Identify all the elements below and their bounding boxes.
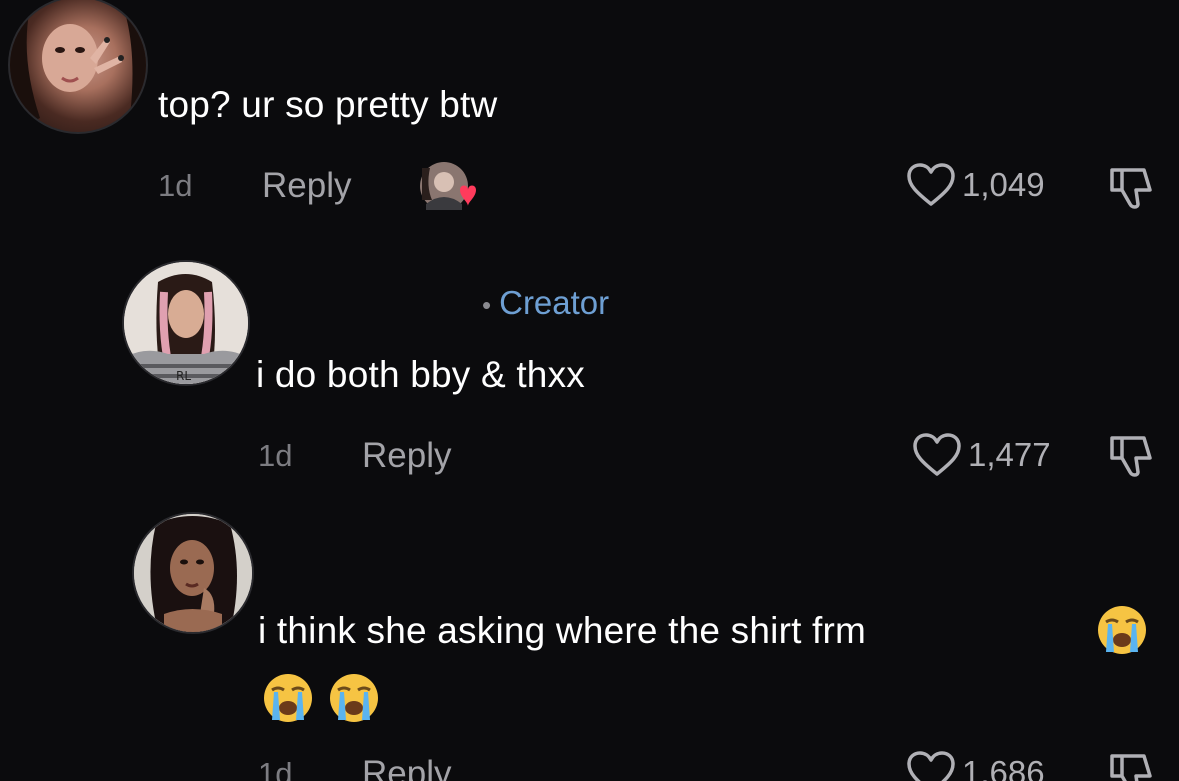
avatar[interactable] [8, 0, 148, 134]
dislike-button[interactable] [1108, 432, 1156, 485]
comment-time: 1d [258, 438, 293, 473]
heart-icon [913, 433, 961, 476]
avatar-image [10, 0, 146, 132]
comment-text: i think she asking where the shirt frm [258, 610, 866, 652]
like-count: 1,049 [962, 166, 1045, 203]
separator-dot: • [482, 289, 492, 320]
avatar[interactable]: RL [122, 260, 250, 386]
comment-time: 1d [258, 756, 293, 781]
like-button[interactable]: 1,477 [912, 432, 1051, 478]
avatar[interactable] [132, 512, 254, 634]
creator-badge: • Creator [482, 284, 609, 322]
thumbs-down-icon [1110, 436, 1152, 477]
like-button[interactable]: 1,049 [906, 162, 1045, 208]
avatar-image [134, 514, 252, 632]
dislike-button[interactable] [1108, 750, 1156, 781]
like-button[interactable]: 1,686 [906, 750, 1045, 781]
svg-text:RL: RL [176, 369, 191, 383]
comment-time: 1d [158, 168, 193, 203]
dislike-button[interactable] [1108, 164, 1156, 217]
like-count: 1,477 [968, 436, 1051, 473]
comment-text: top? ur so pretty btw [158, 84, 498, 125]
loudly-crying-face-emoji [264, 674, 312, 722]
reply-button[interactable]: Reply [262, 166, 351, 206]
creator-liked-badge[interactable] [418, 160, 480, 219]
avatar-image: RL [124, 262, 248, 384]
like-count: 1,686 [962, 754, 1045, 781]
heart-icon [907, 751, 955, 781]
thumbs-down-icon [1110, 168, 1152, 209]
creator-label: Creator [499, 284, 610, 321]
loudly-crying-face-emoji [1098, 606, 1146, 654]
thumbs-down-icon [1110, 754, 1152, 781]
reply-button[interactable]: Reply [362, 754, 451, 781]
comment-text: i do both bby & thxx [256, 354, 585, 395]
loudly-crying-face-emoji [330, 674, 378, 722]
creator-liked-icon [420, 162, 476, 210]
heart-icon [907, 163, 955, 206]
reply-button[interactable]: Reply [362, 436, 451, 476]
comment-text-body: i think she asking where the shirt frm [258, 610, 867, 651]
